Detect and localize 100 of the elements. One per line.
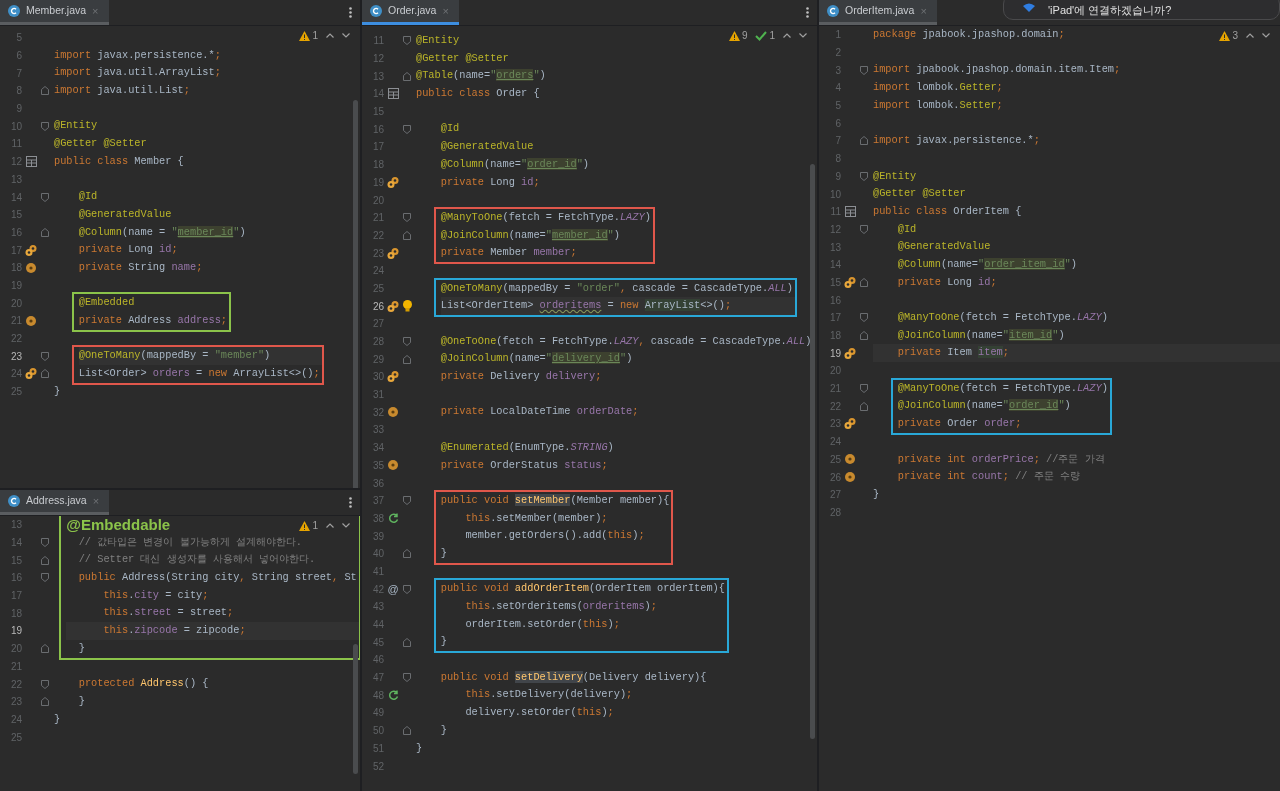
line-number: 22 [828,399,841,414]
code-line: orderItem.setOrder(this); [465,616,621,632]
line-number: 11 [10,137,22,152]
warning-icon[interactable] [299,30,311,41]
fold-icon[interactable] [403,584,411,594]
field-icon[interactable] [388,407,398,418]
table-icon[interactable] [25,156,37,168]
more-menu-icon[interactable] [349,7,352,18]
line-number: 34 [371,441,384,456]
fold-icon[interactable] [860,136,868,146]
table-icon[interactable] [844,206,856,218]
fold-icon[interactable] [41,192,49,202]
code-line: @Embedded [78,295,136,311]
file-tab[interactable]: Address.java × [0,490,110,515]
link-icon[interactable] [844,276,856,288]
fold-icon[interactable] [403,726,411,736]
fold-icon[interactable] [403,496,411,506]
fold-icon[interactable] [41,121,49,131]
line-number: 13 [9,172,22,187]
gutter-mark[interactable]: @ [387,580,399,598]
inspection-count[interactable]: 1 [769,28,775,43]
circular-arrow-icon[interactable] [387,689,399,701]
warning-icon[interactable] [728,30,740,41]
fold-icon[interactable] [860,277,868,287]
fold-icon[interactable] [41,644,49,654]
file-tab[interactable]: Member.java × [0,0,109,25]
code-line: @GeneratedValue [440,139,535,155]
field-icon[interactable] [388,460,398,471]
more-menu-icon[interactable] [806,7,809,18]
link-icon[interactable] [387,371,399,383]
code-line: package jpabook.jpashop.domain; [873,27,1066,42]
more-menu-icon[interactable] [349,497,352,508]
table-icon[interactable] [387,88,399,100]
field-icon[interactable] [26,315,36,326]
fold-icon[interactable] [403,124,411,134]
fold-icon[interactable] [41,227,49,237]
chevron-down-icon[interactable] [342,33,350,38]
link-icon[interactable] [387,300,399,312]
inspection-count[interactable]: 1 [312,28,318,43]
chevron-up-icon[interactable] [326,523,334,528]
link-icon[interactable] [25,368,37,380]
fold-icon[interactable] [403,71,411,81]
code-line: List<Order> orders = new ArrayList<>(); [78,366,321,382]
code-line: import lombok.Setter; [873,97,1004,113]
link-icon[interactable] [25,244,37,256]
line-number: 21 [828,382,841,397]
circular-arrow-icon[interactable] [387,512,399,524]
tab-label: OrderItem.java [845,3,915,19]
inspection-count[interactable]: 1 [312,518,318,533]
scrollbar-thumb[interactable] [353,100,358,488]
chevron-down-icon[interactable] [1262,33,1270,38]
file-tab[interactable]: Order.java × [362,0,459,25]
notification[interactable]: 'iPad'에 연결하겠습니까? [1003,0,1280,20]
fold-icon[interactable] [860,224,868,234]
chevron-up-icon[interactable] [1246,33,1254,38]
code-line: @GeneratedValue [897,239,992,255]
field-icon[interactable] [845,454,855,465]
warning-icon[interactable] [1219,30,1231,41]
file-tab[interactable]: OrderItem.java × [819,0,937,25]
chevron-down-icon[interactable] [799,33,807,38]
code-line: @Entity [873,168,918,184]
code-line: import jpabook.jpashop.domain.item.Item; [873,62,1122,78]
line-number: 12 [828,222,841,237]
fold-icon[interactable] [403,36,411,46]
code-line: @Column(name="order_item_id") [897,256,1078,272]
line-number: 19 [9,624,22,639]
lightbulb-icon[interactable] [402,300,412,313]
code-line: public class OrderItem { [873,203,1023,219]
line-number: 35 [371,458,384,473]
line-number: 21 [9,659,22,674]
chevron-down-icon[interactable] [342,523,350,528]
chevron-up-icon[interactable] [326,33,334,38]
inspection-count[interactable]: 9 [741,28,748,43]
fold-icon[interactable] [41,86,49,96]
line-number: 1 [834,28,841,43]
code-line: @JoinColumn(name="item_id") [897,327,1066,343]
link-icon[interactable] [844,347,856,359]
chevron-up-icon[interactable] [783,33,791,38]
inspection-count[interactable]: 3 [1232,28,1238,43]
field-icon[interactable] [26,262,36,273]
code-line: this.setOrderitems(orderitems); [465,599,658,614]
code-line: this.setMember(member); [465,510,609,526]
fold-icon[interactable] [860,171,868,181]
link-icon[interactable] [387,176,399,188]
link-icon[interactable] [844,418,856,430]
scrollbar-thumb[interactable] [353,644,358,774]
fold-icon[interactable] [403,637,411,647]
line-number: 21 [371,211,384,226]
fold-icon[interactable] [403,549,411,559]
code-line: @ManyToOne(fetch = FetchType.LAZY) [897,310,1109,325]
fold-icon[interactable] [860,65,868,75]
warning-icon[interactable] [299,520,311,531]
scrollbar-thumb[interactable] [810,164,815,739]
line-number: 6 [834,116,841,131]
link-icon[interactable] [387,247,399,259]
field-icon[interactable] [845,472,855,483]
line-number: 11 [829,205,841,220]
check-icon[interactable] [755,30,768,41]
fold-icon[interactable] [403,673,411,683]
code-line: @Table(name="orders") [416,68,547,84]
